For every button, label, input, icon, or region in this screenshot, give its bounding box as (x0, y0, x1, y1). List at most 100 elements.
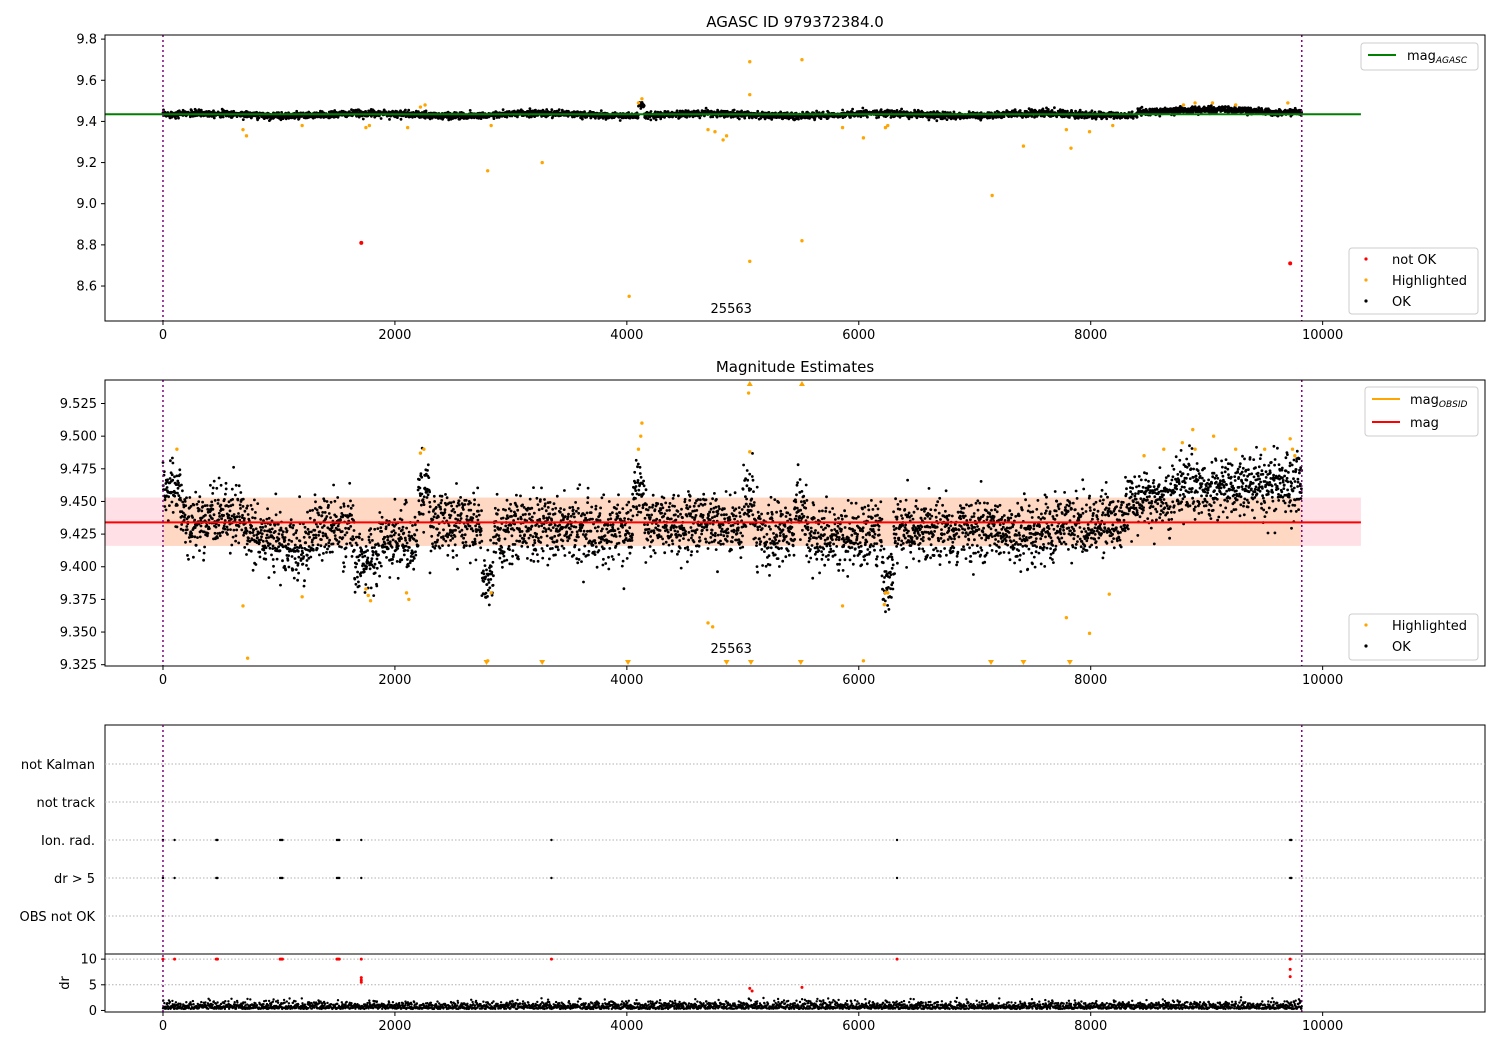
ok-point (186, 554, 189, 557)
ok-point (174, 117, 178, 120)
ok-point (175, 503, 179, 507)
ok-point (238, 515, 241, 518)
ok-point (213, 531, 217, 535)
agasc-ytick-label: 9.4 (76, 115, 97, 130)
ok-point (268, 528, 272, 531)
ok-point (698, 116, 702, 120)
highlighted-point (990, 193, 994, 198)
ok-point (177, 116, 180, 120)
ok-point (256, 536, 259, 539)
ok-point (269, 530, 273, 534)
ok-point (231, 498, 235, 501)
ok-point (1090, 109, 1094, 113)
ok-point (185, 496, 188, 500)
ok-point (642, 104, 646, 108)
ok-point (879, 108, 883, 112)
ok-point (192, 555, 195, 559)
ok-point (259, 518, 263, 521)
ok-point (191, 535, 194, 538)
ok-point (550, 108, 554, 112)
agasc-ytick-label: 9.8 (76, 33, 97, 48)
ok-point (654, 118, 658, 122)
highlighted-point (1064, 127, 1069, 132)
ok-point (205, 504, 209, 507)
ok-point (175, 525, 179, 529)
agasc-ytick-label: 8.8 (76, 238, 97, 253)
agasc-panel-title: AGASC ID 979372384.0 (706, 13, 884, 31)
ok-point (223, 498, 226, 501)
ok-point (254, 563, 258, 566)
ok-point (258, 550, 262, 554)
ok-point (654, 110, 657, 114)
ok-point (179, 498, 183, 502)
ok-point (198, 495, 202, 499)
ok-point (424, 109, 428, 113)
ok-point (206, 534, 209, 538)
highlighted-point (489, 123, 493, 128)
ok-point (211, 517, 214, 521)
highlighted-point (1193, 101, 1197, 105)
ok-point (171, 478, 175, 482)
ok-point (203, 545, 207, 549)
ok-point (821, 110, 825, 114)
ok-point (245, 553, 248, 556)
ok-point (265, 533, 269, 537)
ok-point (866, 115, 869, 119)
ok-point (208, 527, 211, 530)
ok-point (196, 536, 199, 539)
ok-point (272, 564, 275, 568)
ok-point (202, 558, 206, 562)
highlighted-point (364, 125, 368, 130)
ok-point (217, 476, 221, 480)
highlighted-point (300, 123, 304, 128)
ok-point (1002, 115, 1006, 118)
ok-point (218, 515, 222, 518)
ok-point (221, 115, 225, 119)
ok-point (178, 468, 182, 472)
highlighted-point (627, 294, 631, 299)
ok-point (188, 540, 192, 543)
ok-point (264, 546, 268, 550)
ok-point (170, 500, 174, 504)
highlighted-point (485, 169, 490, 173)
ok-point (168, 504, 171, 507)
ok-point (177, 494, 181, 497)
ok-point (164, 508, 168, 512)
ok-point (216, 536, 219, 540)
ok-point (254, 511, 257, 514)
ok-point (253, 516, 257, 520)
ok-point (1078, 108, 1082, 112)
ok-point (528, 107, 532, 110)
ok-point (188, 496, 192, 499)
ok-point (184, 504, 188, 507)
not-ok-point (359, 240, 364, 245)
highlighted-point (1069, 146, 1073, 150)
ok-point (235, 528, 239, 532)
ok-point (841, 108, 844, 112)
highlighted-point (1021, 144, 1026, 148)
highlighted-point (886, 123, 890, 128)
ok-point (226, 533, 229, 536)
ok-point (250, 524, 254, 528)
ok-point (202, 551, 206, 555)
ok-point (259, 528, 263, 532)
highlighted-point (244, 134, 249, 138)
ok-point (237, 484, 241, 488)
ok-point (198, 549, 201, 552)
ok-point (171, 511, 175, 514)
ok-point (215, 486, 219, 490)
ok-point (209, 483, 212, 487)
ok-point (267, 536, 271, 539)
ok-point (1135, 115, 1139, 119)
ok-point (388, 118, 391, 121)
ok-point (241, 513, 244, 517)
ok-point (224, 492, 227, 496)
ok-point (649, 118, 653, 122)
ok-point (167, 495, 171, 499)
ok-point (193, 518, 197, 522)
ok-point (189, 504, 193, 508)
ok-point (185, 525, 189, 528)
ok-point (1074, 109, 1077, 113)
highlighted-point (724, 134, 729, 138)
ok-point (861, 106, 865, 110)
